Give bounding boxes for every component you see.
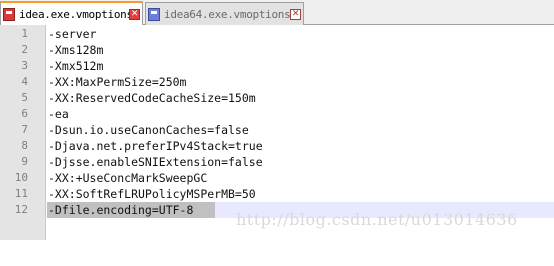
editor-line[interactable]: 10 -XX:+UseConcMarkSweepGC (0, 170, 554, 186)
editor-line[interactable]: 11 -XX:SoftRefLRUPolicyMSPerMB=50 (0, 186, 554, 202)
editor-line[interactable]: 4 -XX:MaxPermSize=250m (0, 74, 554, 90)
line-text[interactable]: -Djsse.enableSNIExtension=false (48, 154, 263, 170)
line-number: 5 (21, 91, 28, 104)
line-text[interactable]: -ea (48, 106, 69, 122)
line-number: 10 (14, 171, 28, 184)
line-text[interactable]: -Dsun.io.useCanonCaches=false (48, 122, 249, 138)
line-text[interactable]: -XX:SoftRefLRUPolicyMSPerMB=50 (48, 186, 256, 202)
line-number: 6 (21, 107, 28, 120)
line-number: 11 (14, 187, 28, 200)
line-number: 4 (21, 75, 28, 88)
editor-line[interactable]: 9 -Djsse.enableSNIExtension=false (0, 154, 554, 170)
close-icon[interactable]: ✕ (129, 8, 140, 20)
text-editor[interactable]: 1 -server 2 -Xms128m 3 -Xmx512m 4 -XX:Ma… (0, 26, 554, 218)
line-text[interactable]: -XX:+UseConcMarkSweepGC (48, 170, 207, 186)
line-number: 8 (21, 139, 28, 152)
line-number: 7 (21, 123, 28, 136)
tab-idea64-exe-vmoptions[interactable]: idea64.exe.vmoptions ✕ (145, 2, 304, 25)
line-number: 12 (14, 203, 28, 216)
line-number: 3 (21, 59, 28, 72)
close-icon[interactable]: ✕ (290, 8, 301, 20)
line-text[interactable]: -Djava.net.preferIPv4Stack=true (48, 138, 263, 154)
file-unsaved-icon (3, 7, 15, 21)
file-saved-icon (148, 7, 160, 21)
tab-label: idea64.exe.vmoptions (164, 7, 290, 21)
line-text[interactable]: -Xms128m (48, 42, 103, 58)
line-text[interactable]: -server (48, 26, 96, 42)
editor-line[interactable]: 7 -Dsun.io.useCanonCaches=false (0, 122, 554, 138)
tab-idea-exe-vmoptions[interactable]: idea.exe.vmoptions ✕ (0, 1, 143, 25)
tab-bar: idea.exe.vmoptions ✕ idea64.exe.vmoption… (0, 0, 554, 25)
tab-label: idea.exe.vmoptions (19, 7, 129, 21)
line-text[interactable]: -XX:ReservedCodeCacheSize=150m (48, 90, 256, 106)
editor-line[interactable]: 1 -server (0, 26, 554, 42)
line-number: 1 (21, 27, 28, 40)
editor-line[interactable]: 8 -Djava.net.preferIPv4Stack=true (0, 138, 554, 154)
line-number: 2 (21, 43, 28, 56)
watermark: http://blog.csdn.net/u013014636 (236, 210, 518, 229)
editor-line[interactable]: 2 -Xms128m (0, 42, 554, 58)
line-text[interactable]: -Xmx512m (48, 58, 103, 74)
editor-line[interactable]: 6 -ea (0, 106, 554, 122)
line-text[interactable]: -XX:MaxPermSize=250m (48, 74, 186, 90)
line-text[interactable]: -Dfile.encoding=UTF-8 (48, 202, 193, 218)
editor-line[interactable]: 3 -Xmx512m (0, 58, 554, 74)
editor-line[interactable]: 5 -XX:ReservedCodeCacheSize=150m (0, 90, 554, 106)
line-number: 9 (21, 155, 28, 168)
